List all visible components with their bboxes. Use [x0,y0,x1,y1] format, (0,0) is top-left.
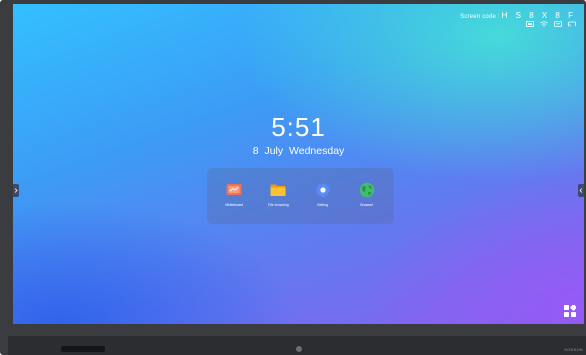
interactive-display: Screen code : H S 8 X 8 F 5:51 8 July We [0,0,586,355]
cast-icon[interactable] [568,21,576,27]
media-icon[interactable] [526,21,534,27]
status-icons [460,21,576,27]
app-dock: Whiteboard File browsing Setting Browser [207,168,394,224]
app-label: File browsing [268,203,289,207]
globe-icon [359,182,375,198]
app-label: Whiteboard [225,203,244,207]
right-side-toolbar-tab[interactable] [578,184,584,197]
app-label: Browser [360,203,374,207]
clock: 5:51 [271,112,326,142]
app-file-browsing[interactable]: File browsing [257,168,299,207]
gear-icon [315,182,331,198]
chevron-right-icon [14,188,18,193]
left-side-toolbar-tab[interactable] [13,184,19,197]
date: 8 July Wednesday [252,145,345,157]
folder-icon [270,182,286,198]
screen-code-value: H S 8 X 8 F [501,11,576,20]
screen-code: Screen code : H S 8 X 8 F [460,11,576,20]
status-area: Screen code : H S 8 X 8 F [460,11,576,27]
wifi-icon[interactable] [540,21,548,27]
brand-logo: SONSUN [564,347,583,352]
screen-share-icon[interactable] [554,21,562,27]
front-port-panel [61,346,105,352]
whiteboard-icon [226,182,242,198]
power-button[interactable] [296,346,302,352]
app-grid-button[interactable] [564,304,577,317]
home-screen: Screen code : H S 8 X 8 F 5:51 8 July We [13,4,584,324]
app-grid-icon [564,304,577,317]
app-label: Setting [317,203,329,207]
bottom-bezel: SONSUN [8,336,586,355]
app-browser[interactable]: Browser [346,168,388,207]
app-whiteboard[interactable]: Whiteboard [213,168,255,207]
screen-code-label: Screen code : [460,14,500,20]
chevron-left-icon [579,188,583,193]
app-setting[interactable]: Setting [302,168,344,207]
